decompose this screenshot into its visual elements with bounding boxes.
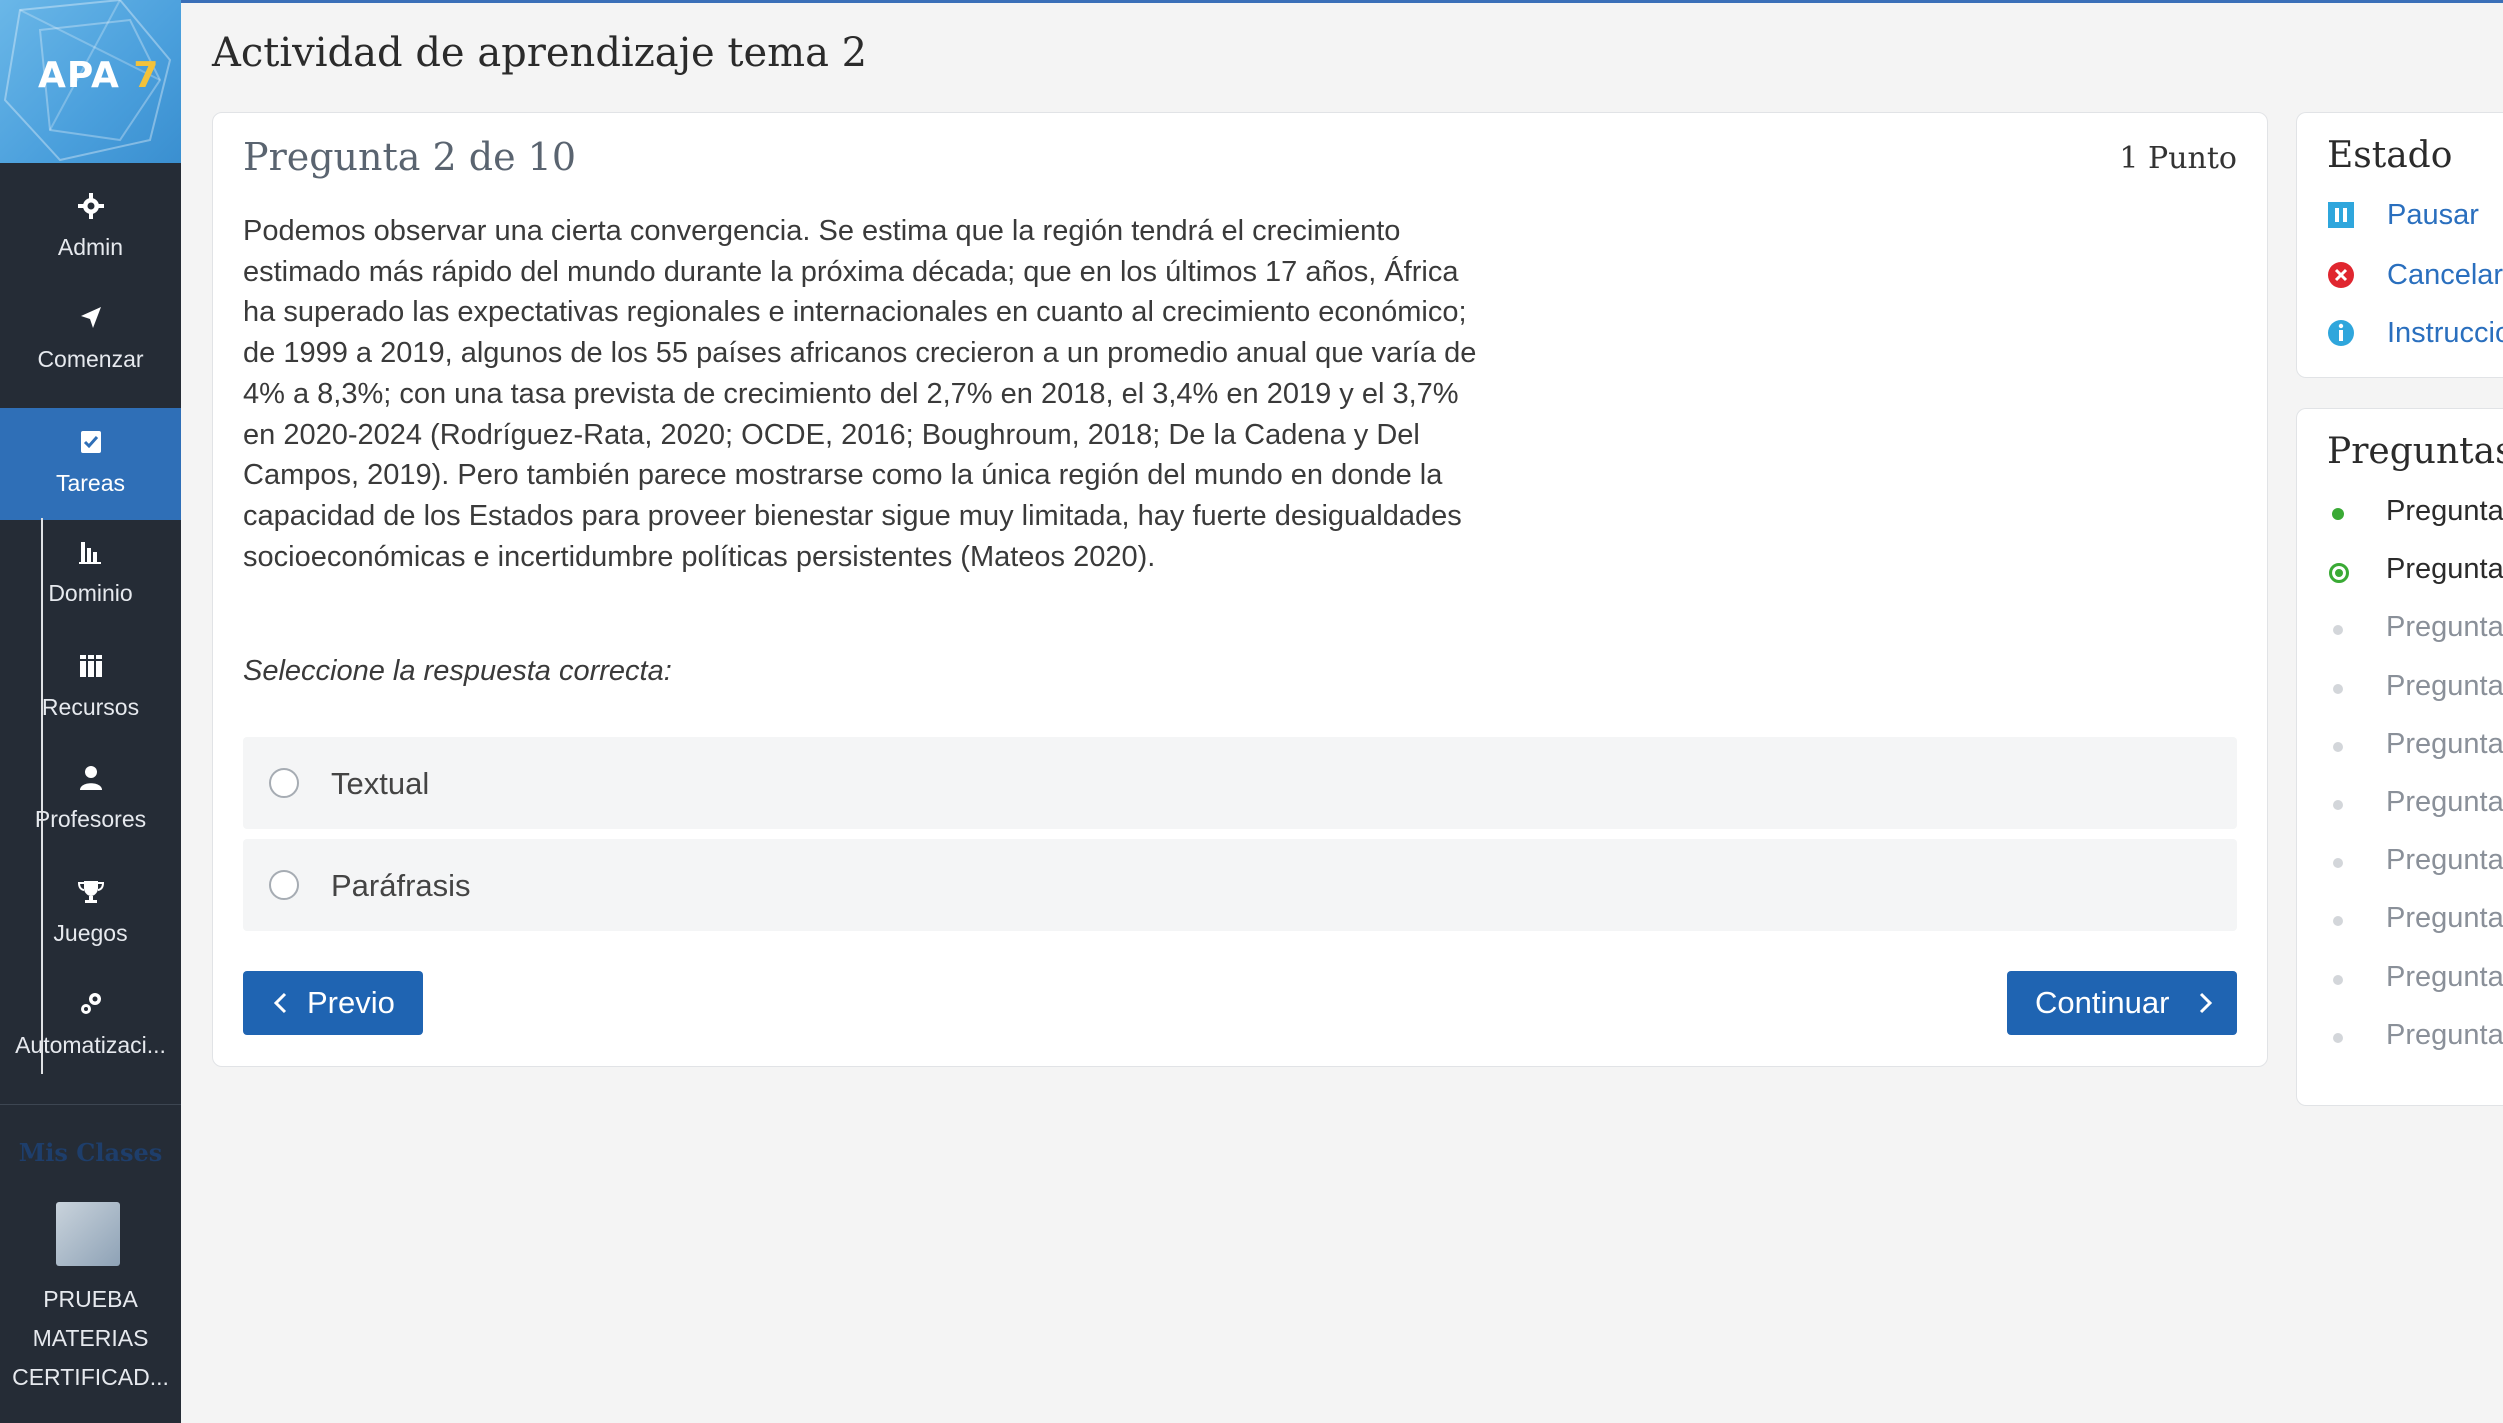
class-name-line-1: PRUEBA	[43, 1286, 138, 1312]
sidebar-divider	[0, 1104, 181, 1105]
class-name-line-2: MATERIAS	[32, 1325, 149, 1351]
question-nav-label: Pregunta 4	[2386, 670, 2503, 702]
question-nav-label: Pregunta 3	[2386, 611, 2503, 643]
status-dot-icon	[2333, 742, 2343, 752]
class-name-line-3: CERTIFICAD...	[12, 1364, 169, 1390]
status-dot-icon	[2333, 975, 2343, 985]
status-dot-icon	[2333, 625, 2343, 635]
question-nav-label: Pregunta 8	[2386, 902, 2503, 934]
status-dot-icon	[2333, 916, 2343, 926]
question-nav-label: Pregunta 1	[2386, 495, 2503, 527]
question-nav-label: Pregunta 9	[2386, 961, 2503, 993]
class-thumbnail[interactable]	[56, 1202, 120, 1266]
status-dot-icon	[2332, 508, 2344, 520]
question-nav-label: Pregunta 7	[2386, 844, 2503, 876]
status-dot-icon	[2329, 563, 2349, 583]
question-nav-label: Pregunta 6	[2386, 786, 2503, 818]
class-item[interactable]: PRUEBA MATERIAS CERTIFICAD...	[0, 1280, 181, 1397]
status-dot-icon	[2333, 858, 2343, 868]
status-dot-icon	[2333, 800, 2343, 810]
question-nav-label: Pregunta 5	[2386, 728, 2503, 760]
status-dot-icon	[2333, 1033, 2343, 1043]
question-nav-label: Pregunta 10	[2386, 1019, 2503, 1051]
questions-list: Pregunta 1 Pregunta 2 Pregunta 3 Pregunta 4…	[0, 0, 2503, 1100]
status-dot-icon	[2333, 684, 2343, 694]
my-classes-label: Mis Clases	[18, 1138, 163, 1167]
question-nav-label: Pregunta 2	[2386, 553, 2503, 585]
